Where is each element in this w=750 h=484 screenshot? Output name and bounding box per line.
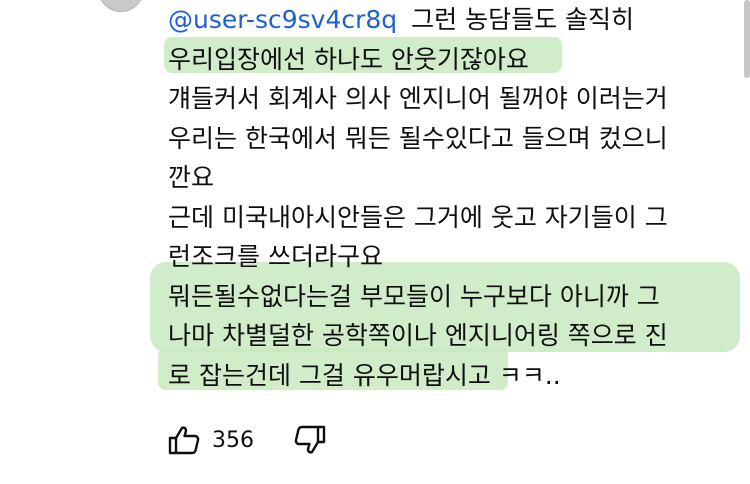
scrollbar[interactable] [744, 0, 750, 78]
comment-line: 로 잡는건데 그걸 유우머랍시고 ㅋㅋ.. [168, 360, 561, 390]
comment-line: 런조크를 쓰더라구요 [168, 242, 383, 271]
author-handle[interactable]: @user-sc9sv4cr8q [168, 5, 397, 34]
comment-line: 우리입장에선 하나도 안웃기잖아요 [168, 44, 529, 74]
comment-line: @user-sc9sv4cr8q 그런 농담들도 솔직히 [168, 5, 635, 34]
comment-line: 걔들커서 회계사 의사 엔지니어 될꺼야 이러는거 [168, 84, 668, 113]
thumb-down-icon [294, 425, 326, 455]
comment-line: 뭐든될수없다는걸 부모들이 누구보다 아니까 그 [168, 281, 660, 311]
comment-line: 근데 미국내아시안들은 그거에 웃고 자기들이 그 [168, 202, 668, 232]
avatar[interactable] [98, 0, 144, 12]
comment-line: 나마 차별덜한 공학쪽이나 엔지니어링 쪽으로 진 [168, 321, 668, 350]
comment-actions: 356 [168, 418, 326, 462]
like-count: 356 [212, 427, 254, 453]
comment-line: 우리는 한국에서 뭐든 될수있다고 들으며 컸으니 [168, 123, 668, 153]
thumb-up-icon [168, 425, 200, 455]
like-button[interactable]: 356 [168, 425, 254, 455]
comment-line: 깐요 [168, 163, 215, 192]
comment-body: @user-sc9sv4cr8q 그런 농담들도 솔직히 우리입장에선 하나도 안… [168, 0, 728, 395]
dislike-button[interactable] [294, 425, 326, 455]
